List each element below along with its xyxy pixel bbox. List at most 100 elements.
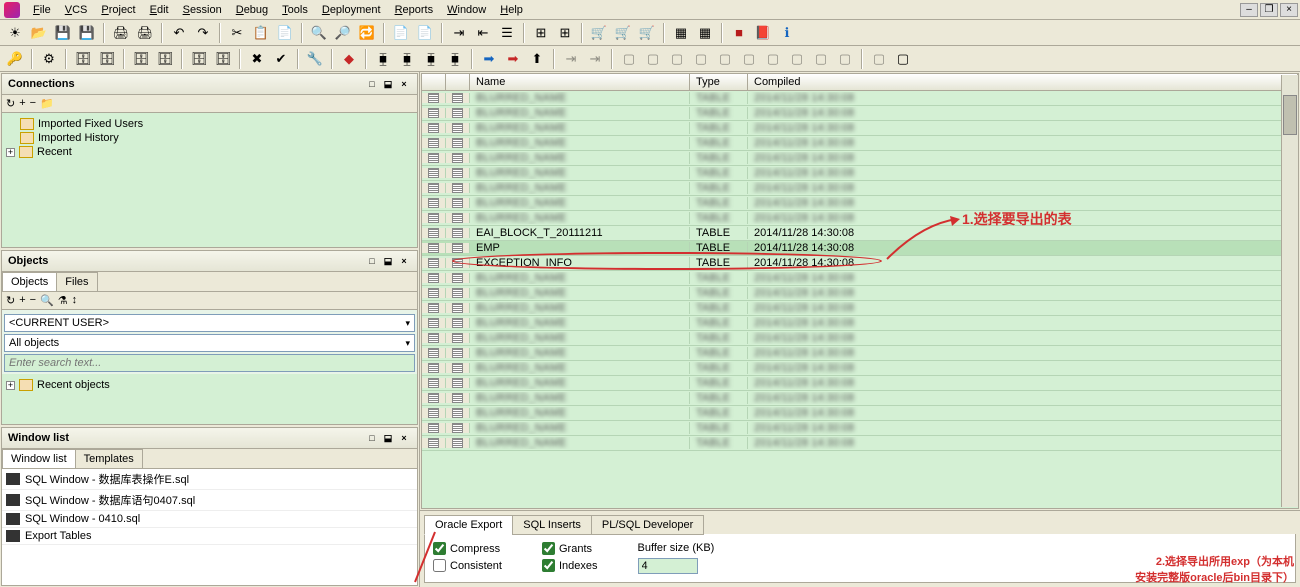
new-icon[interactable]: ☀ [4,22,26,44]
tree-item[interactable]: Imported Fixed Users [6,117,413,131]
find-icon[interactable]: 🔍 [308,22,330,44]
cancel-icon[interactable]: ✖ [246,48,268,70]
table-row[interactable]: BLURRED_NAMETABLE2014/11/28 14:30:08 [422,121,1298,136]
table-row[interactable]: BLURRED_NAMETABLE2014/11/28 14:30:08 [422,346,1298,361]
table-row[interactable]: BLURRED_NAMETABLE2014/11/28 14:30:08 [422,196,1298,211]
misc7-icon[interactable]: ▢ [762,48,784,70]
table-row[interactable]: EAI_BLOCK_T_20111211TABLE2014/11/28 14:3… [422,226,1298,241]
redo-icon[interactable]: ↷ [192,22,214,44]
vertical-scrollbar[interactable] [1281,75,1298,507]
arrow-up-icon[interactable]: ⬆ [526,48,548,70]
table-row[interactable]: BLURRED_NAMETABLE2014/11/28 14:30:08 [422,391,1298,406]
db4-icon[interactable]: 🗄 [154,48,176,70]
table-row[interactable]: EMPTABLE2014/11/28 14:30:08 [422,241,1298,256]
table-row[interactable]: EXCEPTION_INFOTABLE2014/11/28 14:30:08 [422,256,1298,271]
misc12-icon[interactable]: ▢ [892,48,914,70]
remove-icon[interactable]: − [30,294,36,307]
info-icon[interactable]: ℹ [776,22,798,44]
close-button[interactable]: × [1280,3,1298,17]
print2-icon[interactable]: 🖨 [134,22,156,44]
open-icon[interactable]: 📂 [28,22,50,44]
arrow-blue-icon[interactable]: ➡ [478,48,500,70]
misc10-icon[interactable]: ▢ [834,48,856,70]
cart-icon[interactable]: 🛒 [588,22,610,44]
db6-icon[interactable]: 🗄 [212,48,234,70]
tree-item[interactable]: Imported History [6,131,413,145]
misc9-icon[interactable]: ▢ [810,48,832,70]
table-row[interactable]: BLURRED_NAMETABLE2014/11/28 14:30:08 [422,406,1298,421]
misc4-icon[interactable]: ▢ [690,48,712,70]
menu-file[interactable]: File [26,2,58,18]
misc3-icon[interactable]: ▢ [666,48,688,70]
eraser2-icon[interactable]: ⧯ [396,48,418,70]
tab-windowlist[interactable]: Window list [2,449,76,468]
db3-icon[interactable]: 🗄 [130,48,152,70]
table-row[interactable]: BLURRED_NAMETABLE2014/11/28 14:30:08 [422,91,1298,106]
table-row[interactable]: BLURRED_NAMETABLE2014/11/28 14:30:08 [422,316,1298,331]
table-row[interactable]: BLURRED_NAMETABLE2014/11/28 14:30:08 [422,376,1298,391]
replace-icon[interactable]: 🔁 [356,22,378,44]
grid2-icon[interactable]: ▦ [694,22,716,44]
menu-session[interactable]: Session [176,2,229,18]
grid-icon[interactable]: ▦ [670,22,692,44]
menu-window[interactable]: Window [440,2,493,18]
tree-item-recent[interactable]: + Recent objects [6,378,413,392]
copy-icon[interactable]: 📋 [250,22,272,44]
panel-close-button[interactable]: × [397,254,411,268]
table-row[interactable]: BLURRED_NAMETABLE2014/11/28 14:30:08 [422,301,1298,316]
cart2-icon[interactable]: 🛒 [612,22,634,44]
panel-pin-button[interactable]: ⬓ [381,77,395,91]
folder-icon[interactable]: 📁 [40,97,54,110]
add-icon[interactable]: + [19,97,25,110]
cart3-icon[interactable]: 🛒 [636,22,658,44]
panel-pin-button[interactable]: ⬓ [381,431,395,445]
restore-button[interactable]: ❐ [1260,3,1278,17]
table-row[interactable]: BLURRED_NAMETABLE2014/11/28 14:30:08 [422,106,1298,121]
eraser4-icon[interactable]: ⧯ [444,48,466,70]
cut-icon[interactable]: ✂ [226,22,248,44]
misc8-icon[interactable]: ▢ [786,48,808,70]
tab-oracle-export[interactable]: Oracle Export [424,515,513,535]
table-row[interactable]: BLURRED_NAMETABLE2014/11/28 14:30:08 [422,286,1298,301]
tab-objects[interactable]: Objects [2,272,57,291]
windowlist-item[interactable]: SQL Window - 0410.sql [2,511,417,528]
refresh-icon[interactable]: ↻ [6,97,15,110]
menu-tools[interactable]: Tools [275,2,315,18]
menu-edit[interactable]: Edit [143,2,176,18]
table-row[interactable]: BLURRED_NAMETABLE2014/11/28 14:30:08 [422,421,1298,436]
tab-files[interactable]: Files [56,272,97,291]
arrow-red-icon[interactable]: ➡ [502,48,524,70]
gear-icon[interactable]: ⚙ [38,48,60,70]
eraser3-icon[interactable]: ⧯ [420,48,442,70]
windowlist-item[interactable]: Export Tables [2,528,417,545]
doc2-icon[interactable]: 📄 [414,22,436,44]
outdent-icon[interactable]: ⇤ [472,22,494,44]
panel-dock-button[interactable]: □ [365,254,379,268]
all-objects-dropdown[interactable]: All objects▾ [4,334,415,352]
remove-icon[interactable]: − [30,97,36,110]
tree-item[interactable]: +Recent [6,145,413,159]
table-row[interactable]: BLURRED_NAMETABLE2014/11/28 14:30:08 [422,436,1298,451]
menu-reports[interactable]: Reports [388,2,441,18]
undo-icon[interactable]: ↶ [168,22,190,44]
panel-close-button[interactable]: × [397,431,411,445]
step2-icon[interactable]: ⇥ [584,48,606,70]
menu-deployment[interactable]: Deployment [315,2,388,18]
paste-icon[interactable]: 📄 [274,22,296,44]
misc2-icon[interactable]: ▢ [642,48,664,70]
minimize-button[interactable]: – [1240,3,1258,17]
db2-icon[interactable]: 🗄 [96,48,118,70]
stop-red-icon[interactable]: ◆ [338,48,360,70]
table-row[interactable]: BLURRED_NAMETABLE2014/11/28 14:30:08 [422,136,1298,151]
col-type[interactable]: Type [690,74,748,90]
table-row[interactable]: BLURRED_NAMETABLE2014/11/28 14:30:08 [422,271,1298,286]
refresh-icon[interactable]: ↻ [6,294,15,307]
indent-icon[interactable]: ⇥ [448,22,470,44]
tab-templates[interactable]: Templates [75,449,143,468]
grants-checkbox[interactable] [542,542,555,555]
pdf-icon[interactable]: 📕 [752,22,774,44]
search-input[interactable] [4,354,415,372]
findnext-icon[interactable]: 🔎 [332,22,354,44]
windowlist-item[interactable]: SQL Window - 数据库表操作E.sql [2,469,417,490]
buffer-input[interactable] [638,558,698,574]
